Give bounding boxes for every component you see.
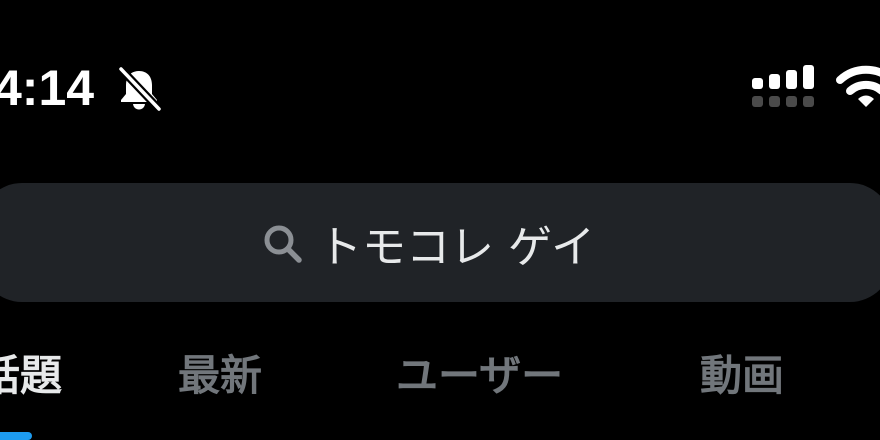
search-icon	[264, 225, 302, 263]
search-bar[interactable]: トモコレ ゲイ	[0, 183, 880, 302]
status-time: 4:14	[0, 60, 95, 116]
cellular-signal-icon	[752, 65, 814, 107]
tab-top[interactable]: 話題	[0, 346, 62, 406]
active-tab-indicator	[0, 432, 32, 440]
tab-videos[interactable]: 動画	[700, 346, 784, 406]
status-bar: 4:14	[0, 0, 880, 150]
tab-latest[interactable]: 最新	[178, 346, 262, 406]
bell-slash-icon	[117, 66, 162, 112]
wifi-icon	[836, 65, 880, 107]
search-tabs: 話題 最新 ユーザー 動画	[0, 340, 880, 440]
search-query: トモコレ ゲイ	[318, 221, 596, 273]
tab-users[interactable]: ユーザー	[396, 346, 563, 406]
search-content: トモコレ ゲイ	[262, 183, 595, 302]
